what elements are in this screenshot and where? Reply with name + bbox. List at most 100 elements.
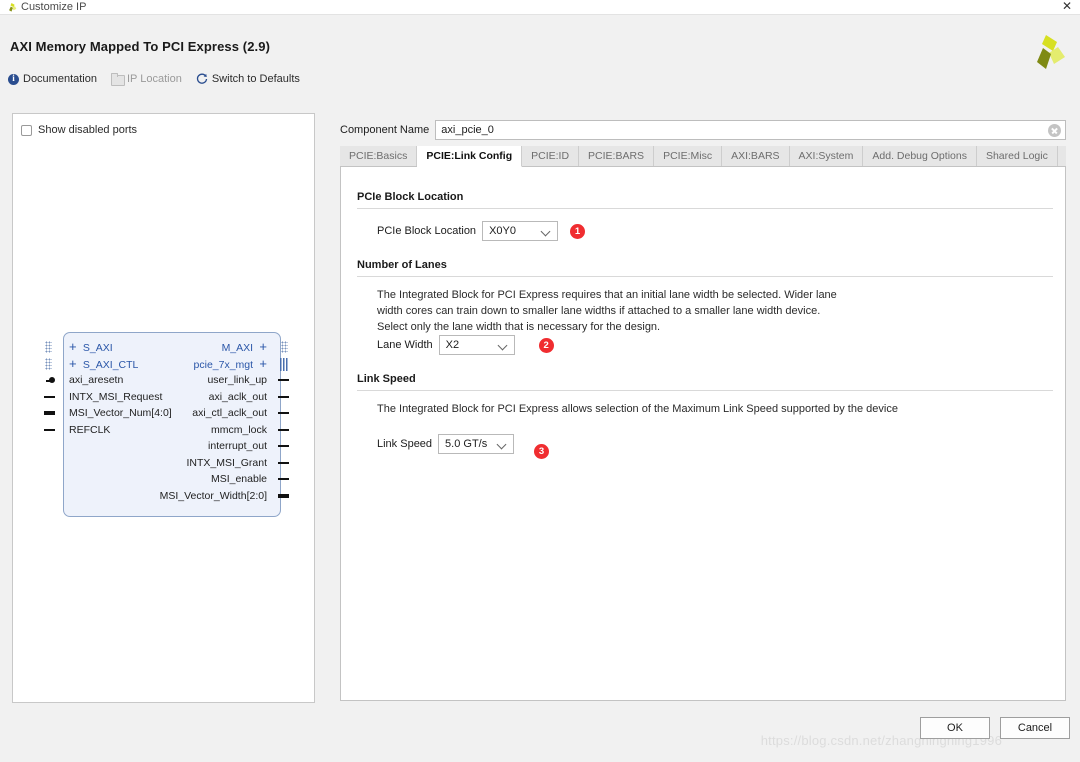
dialog-header: AXI Memory Mapped To PCI Express (2.9) D… [0,15,1080,110]
header-toolbar: Documentation IP Location Switch to Defa… [8,73,300,85]
port-label: user_link_up [207,374,267,386]
tab-pcie-id[interactable]: PCIE:ID [522,146,579,166]
signal-connector-icon [278,429,289,431]
window-title: Customize IP [21,1,86,13]
switch-to-defaults-label: Switch to Defaults [212,73,300,85]
port-msi-vector-width: MSI_Vector_Width[2:0] [117,488,267,505]
ip-location-button[interactable]: IP Location [111,73,182,85]
section-title-link-speed: Link Speed [357,373,416,385]
expand-icon[interactable]: + [256,356,267,373]
port-axi-ctl-aclk-out: axi_ctl_aclk_out [117,405,267,422]
tab-axi-bars[interactable]: AXI:BARS [722,146,789,166]
port-label: interrupt_out [208,440,267,452]
port-label: S_AXI [83,342,113,354]
port-user-link-up: user_link_up [117,372,267,389]
number-of-lanes-description: The Integrated Block for PCI Express req… [377,287,847,335]
signal-connector-icon [278,379,289,381]
ip-location-label: IP Location [127,73,182,85]
link-speed-select[interactable]: 5.0 GT/s [438,434,514,454]
component-name-value: axi_pcie_0 [436,124,494,136]
checkbox-box-icon [21,125,32,136]
signal-connector-icon [278,462,289,464]
link-speed-row: Link Speed 5.0 GT/s 3 [377,428,549,459]
port-axi-aclk-out: axi_aclk_out [117,389,267,406]
pcie-block-location-value: X0Y0 [483,225,516,237]
config-tabs: PCIE:Basics PCIE:Link Config PCIE:ID PCI… [340,146,1066,167]
switch-to-defaults-button[interactable]: Switch to Defaults [196,73,300,85]
port-label: axi_aresetn [69,374,123,386]
lane-width-label: Lane Width [377,339,433,351]
port-interrupt-out: interrupt_out [117,438,267,455]
signal-connector-icon [278,412,289,414]
link-speed-label: Link Speed [377,438,432,450]
reset-connector-icon [46,377,55,384]
tab-shared-logic[interactable]: Shared Logic [977,146,1058,166]
tab-label: PCIE:Link Config [426,150,512,162]
tab-axi-system[interactable]: AXI:System [790,146,864,166]
show-disabled-ports-label: Show disabled ports [38,124,137,136]
cancel-button[interactable]: Cancel [1000,717,1070,739]
tab-label: PCIE:Misc [663,150,712,162]
close-icon[interactable]: ✕ [1060,0,1074,14]
lane-width-select[interactable]: X2 [439,335,515,355]
right-port-list: M_AXI + pcie_7x_mgt + user_link_up axi_a… [117,339,267,504]
tab-label: PCIE:Basics [349,150,407,162]
section-divider [357,390,1053,391]
bus-connector-icon [44,411,55,415]
signal-connector-icon [44,396,55,398]
port-label: REFCLK [69,424,110,436]
port-label: M_AXI [222,342,254,354]
chevron-down-icon [499,342,507,350]
signal-connector-icon [278,396,289,398]
tab-pcie-basics[interactable]: PCIE:Basics [340,146,417,166]
dialog-footer: https://blog.csdn.net/zhangningning1996 … [0,705,1080,762]
signal-connector-icon [278,478,289,480]
tab-pcie-misc[interactable]: PCIE:Misc [654,146,722,166]
section-divider [357,276,1053,277]
bus-connector-icon [45,341,52,353]
folder-icon [111,74,123,84]
port-label: axi_ctl_aclk_out [192,407,267,419]
tab-label: Shared Logic [986,150,1048,162]
tab-filler [1058,146,1066,166]
component-name-label: Component Name [340,124,429,136]
tab-label: AXI:System [799,150,854,162]
tab-label: PCIE:BARS [588,150,644,162]
port-msi-enable: MSI_enable [117,471,267,488]
annotation-badge-2: 2 [539,338,554,353]
bus-connector-icon [280,358,288,371]
bus-connector-icon [281,341,288,353]
component-name-input[interactable]: axi_pcie_0 [435,120,1066,140]
section-title-number-of-lanes: Number of Lanes [357,259,447,271]
signal-connector-icon [278,445,289,447]
link-speed-value: 5.0 GT/s [439,438,487,450]
config-content: PCIe Block Location PCIe Block Location … [340,167,1066,701]
port-label: axi_aclk_out [209,391,267,403]
xilinx-logo [1024,33,1066,71]
port-label: MSI_Vector_Width[2:0] [160,490,267,502]
tab-label: AXI:BARS [731,150,779,162]
port-mmcm-lock: mmcm_lock [117,422,267,439]
documentation-label: Documentation [23,73,97,85]
show-disabled-ports-checkbox[interactable]: Show disabled ports [21,124,137,136]
ok-button[interactable]: OK [920,717,990,739]
clear-icon[interactable] [1048,124,1061,137]
tab-pcie-bars[interactable]: PCIE:BARS [579,146,654,166]
info-icon [8,74,19,85]
bus-connector-icon [45,358,52,370]
expand-icon[interactable]: + [69,339,80,356]
pcie-block-location-row: PCIe Block Location X0Y0 1 [377,221,585,241]
chevron-down-icon [498,441,506,449]
expand-icon[interactable]: + [256,339,267,356]
tab-add-debug-options[interactable]: Add. Debug Options [863,146,977,166]
expand-icon[interactable]: + [69,356,80,373]
section-divider [357,208,1053,209]
documentation-button[interactable]: Documentation [8,73,97,85]
window-logo-icon [6,2,17,13]
lane-width-value: X2 [440,339,459,351]
signal-connector-icon [44,429,55,431]
annotation-badge-3: 3 [534,444,549,459]
ip-symbol-panel: Show disabled ports + S_AXI + S_AXI_CTL [12,113,315,703]
tab-pcie-link-config[interactable]: PCIE:Link Config [417,146,522,167]
pcie-block-location-select[interactable]: X0Y0 [482,221,558,241]
